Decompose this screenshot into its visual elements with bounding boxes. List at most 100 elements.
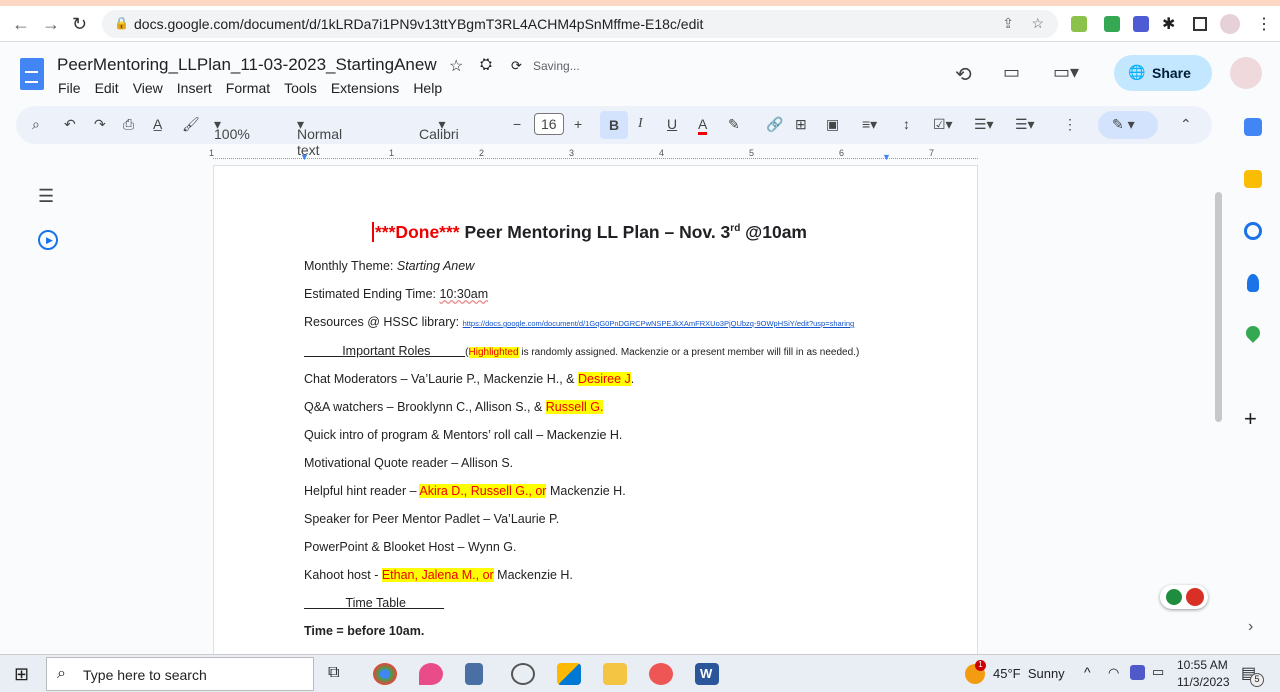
contacts-icon[interactable] [1247,274,1259,292]
task-view-icon[interactable]: ⧉ [328,664,339,682]
menu-bar: File Edit View Insert Format Tools Exten… [58,80,442,96]
tasks-icon[interactable] [1244,222,1262,240]
share-button[interactable]: 🌐 Share [1114,55,1212,91]
menu-edit[interactable]: Edit [95,80,119,96]
text-color-button[interactable]: A [698,116,708,135]
underline-button[interactable]: U [667,116,677,132]
highlight-icon[interactable]: ✎ [728,116,740,133]
menu-help[interactable]: Help [413,80,442,96]
print-icon[interactable]: ⎙ [123,116,134,133]
line-spacing-icon[interactable]: ↕ [903,116,910,132]
editing-mode-button[interactable]: ✎ ▾ [1098,111,1158,139]
add-comment-icon[interactable]: ⊞ [795,116,807,133]
extension-icon[interactable] [1071,16,1087,32]
sidepanel-icon[interactable] [1193,17,1207,31]
windows-start-icon[interactable]: ⊞ [14,664,29,685]
weather-text[interactable]: 45°F Sunny [993,666,1065,681]
keep-icon[interactable] [1244,170,1262,188]
menu-extensions[interactable]: Extensions [331,80,399,96]
bold-button[interactable]: B [600,111,628,139]
app-icon[interactable] [419,663,443,685]
document-title[interactable]: PeerMentoring_LLPlan_11-03-2023_Starting… [57,55,437,75]
addon-widget[interactable] [1160,585,1208,609]
back-icon[interactable]: ← [12,14,30,35]
decrease-font-size-icon[interactable]: − [513,116,521,132]
teams-icon[interactable] [1130,665,1145,680]
address-bar[interactable]: 🔒 docs.google.com/document/d/1kLRDa7i1PN9… [102,10,1058,38]
font-size-input[interactable]: 16 [534,113,564,135]
play-icon[interactable]: ▶ [38,230,58,250]
app-icon[interactable] [557,663,581,685]
link-icon[interactable]: 🔗 [766,116,783,133]
scrollbar[interactable] [1215,192,1222,422]
forward-icon[interactable]: → [42,14,60,35]
document-page[interactable]: ***Done*** Peer Mentoring LL Plan – Nov.… [213,165,978,655]
spellcheck-icon[interactable]: A̲ [153,116,162,132]
reload-icon[interactable]: ↻ [72,14,87,35]
calculator-icon[interactable] [465,663,483,685]
collapse-toolbar-icon[interactable]: ⌃ [1180,116,1192,133]
search-menus-icon[interactable]: ⌕ [32,116,40,133]
app-icon[interactable] [649,663,673,685]
weather-icon[interactable]: 1 [965,660,986,684]
align-icon[interactable]: ≡▾ [862,116,877,133]
meet-icon[interactable]: ▭▾ [1053,62,1079,83]
increase-font-size-icon[interactable]: + [574,116,582,132]
padlet-line: Speaker for Peer Mentor Padlet – Va’Laur… [304,512,560,526]
numbered-list-icon[interactable]: ☰▾ [1015,116,1035,133]
show-hidden-icons[interactable]: ^ [1084,664,1091,680]
undo-icon[interactable]: ↶ [64,116,76,133]
ending-line: Estimated Ending Time: 10:30am [304,287,488,301]
paint-format-icon[interactable]: 🖌 [182,116,200,133]
insert-image-icon[interactable]: ▣ [826,116,839,133]
extension-icon[interactable] [1104,16,1120,32]
zoom-select[interactable]: 100% ▾ [214,116,250,142]
weather-badge: 1 [975,660,986,671]
puzzle-icon[interactable]: ✱ [1162,14,1175,34]
taskbar-search[interactable]: ⌕ Type here to search [46,657,314,691]
style-select[interactable]: Normal text ▾ [297,116,342,158]
clock-time[interactable]: 10:55 AM [1177,658,1228,672]
menu-view[interactable]: View [133,80,163,96]
clock-app-icon[interactable] [511,663,535,685]
extension-icon[interactable] [1133,16,1149,32]
share-page-icon[interactable]: ⇪ [1002,15,1014,32]
roles-heading: Important Roles [304,344,466,358]
menu-file[interactable]: File [58,80,81,96]
expand-panel-icon[interactable]: › [1248,618,1253,636]
calendar-icon[interactable] [1244,118,1262,136]
chrome-icon[interactable] [373,663,397,685]
font-select[interactable]: Calibri ▾ [419,116,459,142]
bookmark-star-icon[interactable]: ☆ [1031,15,1044,32]
indent-marker[interactable]: ▼ [300,152,309,162]
right-indent-marker[interactable]: ▼ [882,152,891,162]
checklist-icon[interactable]: ☑▾ [933,116,953,133]
move-to-drive-icon[interactable]: ⛭ [480,56,492,73]
star-icon[interactable]: ☆ [449,56,463,76]
add-addon-icon[interactable]: + [1244,406,1257,432]
battery-icon[interactable]: ▭ [1152,664,1164,680]
file-explorer-icon[interactable] [603,663,627,685]
browser-toolbar: ← → ↻ 🔒 docs.google.com/document/d/1kLRDa… [0,6,1280,42]
version-history-icon[interactable]: ⟲ [955,62,972,87]
outline-icon[interactable]: ☰ [38,186,54,207]
menu-tools[interactable]: Tools [284,80,317,96]
wifi-icon[interactable]: ◠ [1108,665,1119,681]
redo-icon[interactable]: ↷ [94,116,106,133]
maps-icon[interactable] [1243,323,1263,343]
notification-count: 5 [1250,673,1264,687]
more-tools-icon[interactable]: ⋮ [1063,116,1077,133]
italic-button[interactable]: I [638,116,643,132]
word-icon[interactable]: W [695,663,719,685]
docs-logo-icon[interactable] [20,58,44,90]
bullet-list-icon[interactable]: ☰▾ [974,116,994,133]
account-avatar[interactable] [1230,57,1262,89]
menu-format[interactable]: Format [226,80,270,96]
resources-link[interactable]: https://docs.google.com/document/d/1GqG0… [463,319,855,328]
kahoot-line: Kahoot host - Ethan, Jalena M., or Macke… [304,568,573,582]
comments-icon[interactable]: ▭ [1003,62,1020,83]
more-icon[interactable]: ⋮ [1256,14,1272,34]
profile-avatar[interactable] [1220,14,1240,34]
clock-date[interactable]: 11/3/2023 [1177,675,1230,689]
menu-insert[interactable]: Insert [177,80,212,96]
